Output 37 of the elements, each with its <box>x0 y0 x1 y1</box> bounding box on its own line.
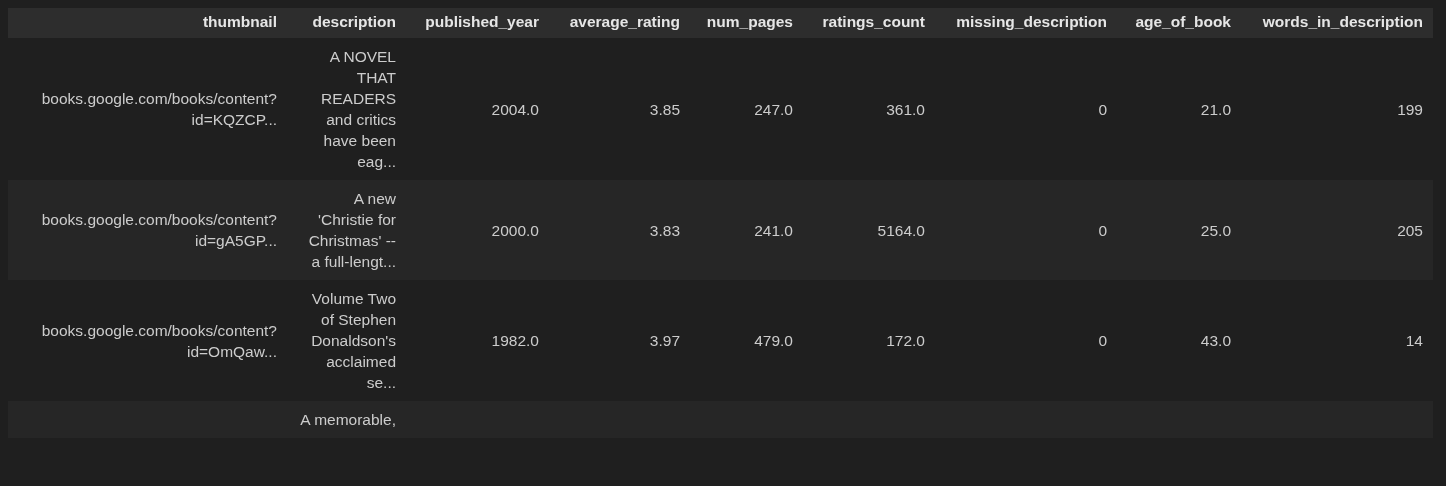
cell-text: 2004.0 <box>491 100 539 118</box>
cell-text: 0 <box>1098 100 1107 118</box>
cell-text: books.google.com/books/content?id=KQZCP... <box>41 90 277 128</box>
cell-text: 2000.0 <box>491 221 539 239</box>
cell-text: 43.0 <box>1200 332 1231 349</box>
cell-text: A NOVEL THAT READERS and critics have been eag... <box>321 48 396 170</box>
cell-text: 14 <box>1405 332 1423 349</box>
cell-text: 21.0 <box>1200 100 1231 118</box>
column-header: ratings_count <box>803 8 935 38</box>
cell-text: 3.97 <box>649 332 680 349</box>
cell-text: 247.0 <box>754 100 793 118</box>
cell-text: 25.0 <box>1200 221 1231 239</box>
cell-text: 1982.0 <box>491 332 539 349</box>
column-header: average_rating <box>549 8 690 38</box>
cell-text: 361.0 <box>886 100 925 118</box>
cell-text: 0 <box>1098 221 1107 239</box>
cell-text: 5164.0 <box>877 221 925 239</box>
column-header: age_of_book <box>1117 8 1241 38</box>
column-header: description <box>287 8 406 38</box>
cell-text: 241.0 <box>754 221 793 239</box>
column-header: num_pages <box>690 8 803 38</box>
cell-text: 3.85 <box>649 100 680 118</box>
column-header: thumbnail <box>8 8 287 38</box>
cell-text: books.google.com/books/content?id=gA5GP... <box>41 211 277 249</box>
cell-text: A new 'Christie for Christmas' -- a full-lengt... <box>308 190 396 270</box>
cell-text: 205 <box>1397 221 1423 239</box>
cell-text: Volume Two of Stephen Donaldson's acclaimed se... <box>311 290 396 391</box>
column-header: published_year <box>406 8 549 38</box>
column-header: missing_description <box>935 8 1117 38</box>
cell-text: 172.0 <box>886 332 925 349</box>
cell-text: A memorable, <box>300 411 396 428</box>
cell-text: 0 <box>1098 332 1107 349</box>
cell-text: 479.0 <box>754 332 793 349</box>
cell-text: 3.83 <box>649 221 680 239</box>
column-header: words_in_description <box>1241 8 1433 38</box>
cell-text: 199 <box>1397 100 1423 118</box>
cell-text: books.google.com/books/content?id=OmQaw... <box>41 321 277 360</box>
